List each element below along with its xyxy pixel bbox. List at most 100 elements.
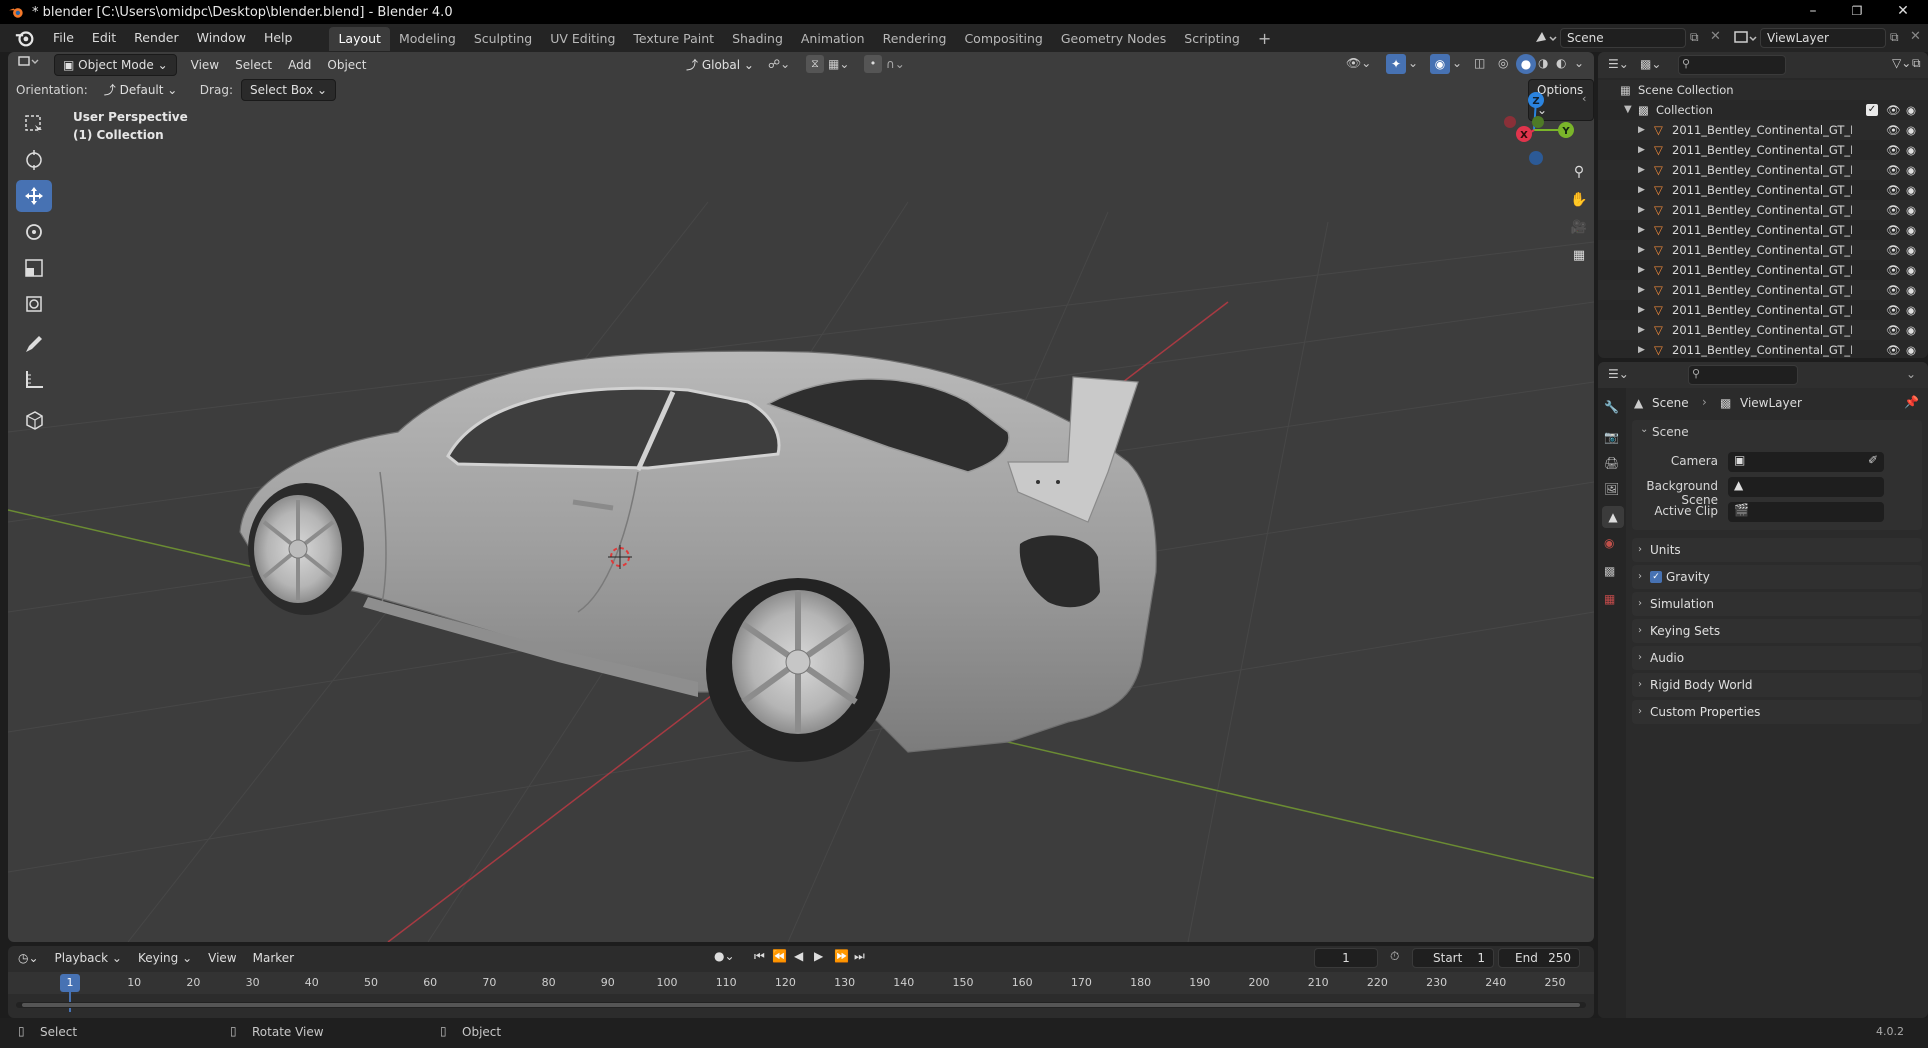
collection-checkbox[interactable]: ✓ [1866,104,1878,116]
object-camera-icon[interactable]: ◉ [1906,280,1916,300]
drag-dropdown[interactable]: Select Box ⌄ [240,79,336,101]
mode-dropdown[interactable]: ▣ Object Mode ⌄ [54,54,177,76]
tab-texture-paint[interactable]: Texture Paint [624,27,723,51]
material-shading-icon[interactable]: ◑ [1538,56,1548,70]
tab-uv-editing[interactable]: UV Editing [541,27,624,51]
expand-icon[interactable]: ▶ [1638,300,1645,320]
object-camera-icon[interactable]: ◉ [1906,240,1916,260]
playhead[interactable]: 1 [60,974,80,992]
frame-ruler[interactable]: 10 20 30 40 50 60 70 80 90 100 110 120 130 140 150 160 1… [8,972,1594,994]
expand-icon[interactable]: ▶ [1638,320,1645,340]
properties-search-input[interactable] [1688,365,1798,385]
ortho-toggle-icon[interactable]: ▦ [1568,248,1590,272]
close-button[interactable]: ✕ [1880,0,1926,24]
world-tab-icon[interactable]: ◉ [1604,536,1614,550]
pan-hand-icon[interactable]: ✋ [1568,192,1590,216]
custom-properties-panel[interactable]: › Custom Properties [1632,700,1922,724]
object-eye-icon[interactable]: 👁 [1886,260,1901,280]
scene-panel-title[interactable]: Scene [1652,425,1689,439]
camera-field[interactable] [1728,452,1884,472]
sidebar-toggle-icon[interactable]: ‹ [1582,92,1586,105]
object-camera-icon[interactable]: ◉ [1906,320,1916,340]
object-camera-icon[interactable]: ◉ [1906,160,1916,180]
object-eye-icon[interactable]: 👁 [1886,120,1901,140]
simulation-panel[interactable]: › Simulation [1632,592,1922,616]
prev-keyframe-icon[interactable]: ⏪ [772,949,787,963]
menu-render[interactable]: Render [125,24,188,52]
menu-help[interactable]: Help [255,24,302,52]
object-eye-icon[interactable]: 👁 [1886,180,1901,200]
tool-tab-icon[interactable]: 🔧 [1604,400,1619,414]
snap-icon[interactable]: ⧖ [806,55,824,73]
properties-options-icon[interactable]: ⌄ [1906,367,1916,381]
camera-view-icon[interactable]: 🎥 [1568,220,1590,244]
view-layer-tab-icon[interactable]: 🖼 [1604,482,1619,496]
tab-sculpting[interactable]: Sculpting [465,27,541,51]
expand-icon[interactable]: ▶ [1638,120,1645,140]
move-tool[interactable] [16,180,52,212]
object-eye-icon[interactable]: 👁 [1886,280,1901,300]
tab-rendering[interactable]: Rendering [874,27,956,51]
viewport-menu-add[interactable]: Add [280,54,319,76]
expand-icon[interactable]: ▶ [1638,140,1645,160]
outliner-editor-type-icon[interactable]: ☰⌄ [1608,57,1629,71]
next-keyframe-icon[interactable]: ⏩ [834,949,849,963]
gravity-checkbox[interactable]: ✓ [1650,571,1662,583]
collection-tab-icon[interactable]: ▩ [1604,564,1615,578]
current-frame-field[interactable]: 1 [1314,948,1378,968]
audio-panel[interactable]: › Audio [1632,646,1922,670]
tab-shading[interactable]: Shading [723,27,792,51]
object-camera-icon[interactable]: ◉ [1906,180,1916,200]
gizmo-neg-z[interactable] [1529,151,1543,165]
snap-target-icon[interactable]: ▦⌄ [828,57,849,71]
xray-icon[interactable]: ◫ [1474,56,1485,70]
transform-orientation-dropdown[interactable]: ⤴ Global ⌄ [678,55,762,75]
play-reverse-icon[interactable]: ◀ [794,949,803,963]
object-camera-icon[interactable]: ◉ [1906,300,1916,320]
tab-compositing[interactable]: Compositing [955,27,1051,51]
timeline-menu-view[interactable]: View [200,947,244,969]
tab-modeling[interactable]: Modeling [390,27,465,51]
minimize-button[interactable]: – [1790,0,1836,24]
object-eye-icon[interactable]: 👁 [1886,140,1901,160]
falloff-icon[interactable]: ∩⌄ [886,57,905,71]
outliner-object-row[interactable]: ▶ ▽ 2011_Bentley_Continental_GT_Pla 👁 ◉ [1598,240,1928,260]
object-camera-icon[interactable]: ◉ [1906,340,1916,358]
outliner-object-row[interactable]: ▶ ▽ 2011_Bentley_Continental_GT_Pla 👁 ◉ [1598,300,1928,320]
scene-tab-icon[interactable]: ▲ [1602,506,1624,528]
viewlayer-selector-icon[interactable] [1732,28,1758,48]
keying-sets-panel[interactable]: › Keying Sets [1632,619,1922,643]
shading-menu-icon[interactable]: ⌄ [1574,56,1584,70]
orientation-dropdown[interactable]: ⤴ Default ⌄ [96,80,190,100]
outliner-object-row[interactable]: ▶ ▽ 2011_Bentley_Continental_GT_Pla 👁 ◉ [1598,160,1928,180]
object-eye-icon[interactable]: 👁 [1886,240,1901,260]
overlays-menu-icon[interactable]: ⌄ [1452,56,1462,70]
active-clip-field[interactable] [1728,502,1884,522]
select-box-tool[interactable] [16,108,52,140]
scene-field[interactable]: Scene [1560,28,1686,48]
gizmo-menu-icon[interactable]: ⌄ [1408,56,1418,70]
add-workspace-button[interactable]: + [1249,27,1280,51]
timeline-menu-playback[interactable]: Playback ⌄ [47,947,130,969]
wireframe-shading-icon[interactable]: ◎ [1498,56,1508,70]
jump-start-icon[interactable]: ⏮ [754,949,768,964]
object-eye-icon[interactable]: 👁 [1886,200,1901,220]
render-tab-icon[interactable]: 📷 [1604,430,1619,444]
object-eye-icon[interactable]: 👁 [1886,160,1901,180]
gizmo-toggle-icon[interactable]: ✦ [1386,54,1406,74]
viewport-menu-object[interactable]: Object [319,54,374,76]
gizmo-neg-x[interactable] [1504,116,1516,128]
new-viewlayer-icon[interactable]: ⧉ [1890,30,1899,45]
maximize-button[interactable]: ❐ [1834,0,1880,24]
scale-tool[interactable] [16,252,52,284]
transform-tool[interactable] [16,288,52,320]
record-icon[interactable]: ●⌄ [714,949,735,963]
jump-end-icon[interactable]: ⏭ [854,949,865,964]
object-camera-icon[interactable]: ◉ [1906,200,1916,220]
expand-icon[interactable]: ▶ [1638,180,1645,200]
3d-viewport[interactable]: ▣ Object Mode ⌄ View Select Add Object ⤴… [8,52,1594,942]
proportional-edit-icon[interactable]: • [864,55,882,73]
annotate-tool[interactable] [16,328,52,360]
background-scene-field[interactable] [1728,477,1884,497]
tab-animation[interactable]: Animation [792,27,874,51]
